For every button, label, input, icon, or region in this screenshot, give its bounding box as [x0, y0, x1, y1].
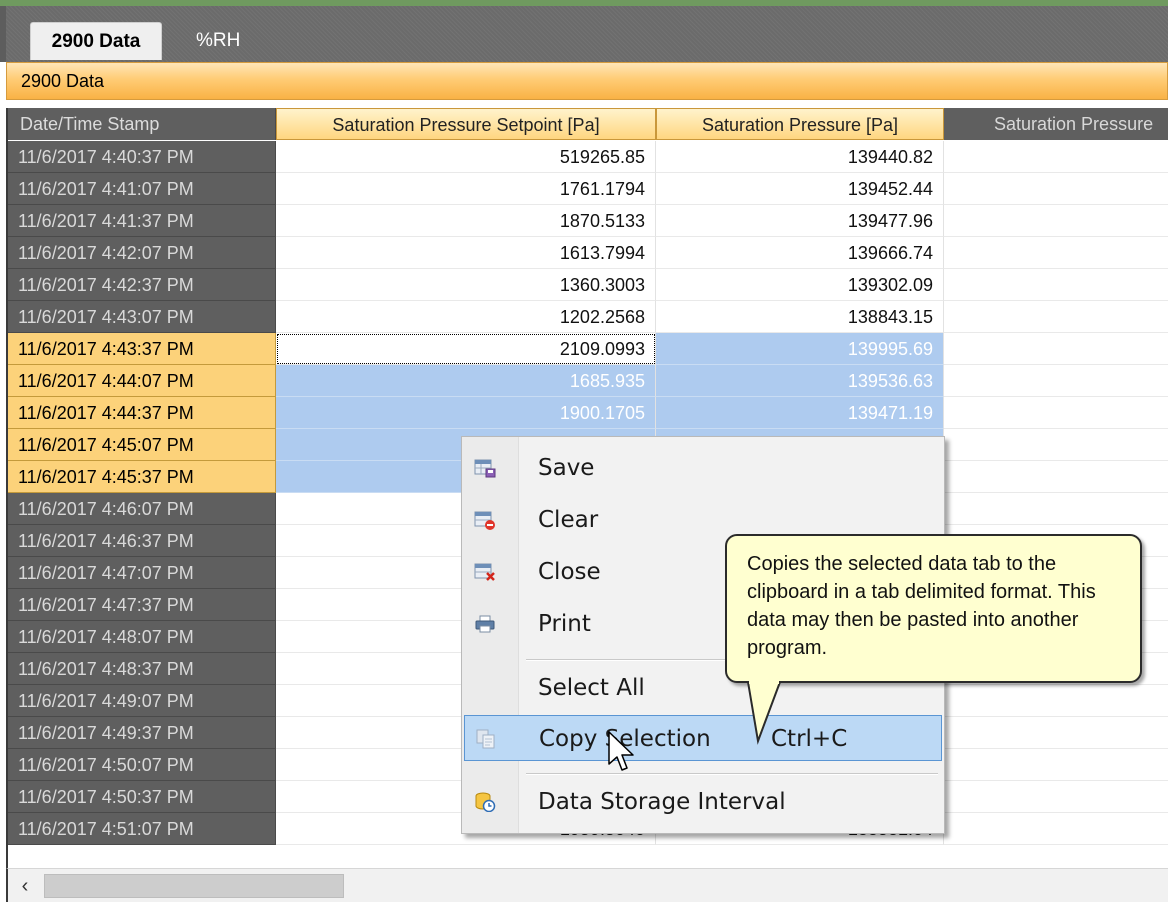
row-timestamp[interactable]: 11/6/2017 4:44:07 PM: [8, 365, 276, 397]
row-timestamp[interactable]: 11/6/2017 4:41:07 PM: [8, 173, 276, 205]
cell-pressure[interactable]: 139452.44: [656, 173, 944, 205]
cell-extra[interactable]: [944, 333, 1168, 365]
row-timestamp[interactable]: 11/6/2017 4:49:07 PM: [8, 685, 276, 717]
cell-extra[interactable]: [944, 781, 1168, 813]
row-timestamp[interactable]: 11/6/2017 4:46:07 PM: [8, 493, 276, 525]
table-row[interactable]: 11/6/2017 4:40:37 PM 519265.85 139440.82: [8, 141, 1168, 173]
cell-setpoint[interactable]: 1870.5133: [276, 205, 656, 237]
row-timestamp[interactable]: 11/6/2017 4:47:07 PM: [8, 557, 276, 589]
cell-extra[interactable]: [944, 813, 1168, 845]
cell-extra[interactable]: [944, 429, 1168, 461]
cell-extra[interactable]: [944, 173, 1168, 205]
tab-bar: 2900 Data %RH: [0, 6, 1168, 62]
close-table-icon: [474, 563, 495, 581]
panel-title: 2900 Data: [6, 62, 1168, 100]
table-row[interactable]: 11/6/2017 4:43:37 PM 2109.0993 139995.69: [8, 333, 1168, 365]
table-row[interactable]: 11/6/2017 4:42:37 PM 1360.3003 139302.09: [8, 269, 1168, 301]
cell-pressure[interactable]: 139440.82: [656, 141, 944, 173]
menu-item-data-storage-interval-label: Data Storage Interval: [538, 789, 786, 815]
menu-item-clear-label: Clear: [538, 507, 599, 533]
row-timestamp[interactable]: 11/6/2017 4:48:37 PM: [8, 653, 276, 685]
table-row[interactable]: 11/6/2017 4:41:37 PM 1870.5133 139477.96: [8, 205, 1168, 237]
menu-item-copy-selection[interactable]: Copy Selection Ctrl+C: [464, 715, 942, 761]
chevron-left-icon[interactable]: ‹: [12, 873, 38, 899]
column-header-saturation-pressure[interactable]: Saturation Pressure [Pa]: [656, 108, 944, 140]
column-header-saturation-pressure-extra[interactable]: Saturation Pressure: [944, 108, 1168, 140]
mouse-pointer-icon: [608, 731, 634, 771]
cell-pressure[interactable]: 139302.09: [656, 269, 944, 301]
cell-setpoint[interactable]: 1202.2568: [276, 301, 656, 333]
cell-extra[interactable]: [944, 141, 1168, 173]
row-timestamp[interactable]: 11/6/2017 4:43:37 PM: [8, 333, 276, 365]
database-clock-icon: [475, 792, 496, 812]
scrollbar-thumb[interactable]: [44, 874, 344, 898]
menu-item-print-label: Print: [538, 611, 591, 637]
cell-extra[interactable]: [944, 269, 1168, 301]
tab-2900-data[interactable]: 2900 Data: [30, 22, 162, 60]
row-timestamp[interactable]: 11/6/2017 4:42:37 PM: [8, 269, 276, 301]
cell-setpoint[interactable]: 1613.7994: [276, 237, 656, 269]
row-timestamp[interactable]: 11/6/2017 4:50:37 PM: [8, 781, 276, 813]
cell-pressure[interactable]: 139536.63: [656, 365, 944, 397]
row-timestamp[interactable]: 11/6/2017 4:44:37 PM: [8, 397, 276, 429]
menu-item-save[interactable]: Save: [464, 445, 942, 491]
column-header-timestamp[interactable]: Date/Time Stamp: [8, 108, 276, 140]
row-timestamp[interactable]: 11/6/2017 4:49:37 PM: [8, 717, 276, 749]
cell-pressure[interactable]: 139477.96: [656, 205, 944, 237]
row-timestamp[interactable]: 11/6/2017 4:43:07 PM: [8, 301, 276, 333]
row-timestamp[interactable]: 11/6/2017 4:40:37 PM: [8, 141, 276, 173]
cell-pressure[interactable]: 139995.69: [656, 333, 944, 365]
data-window: 2900 Data %RH 2900 Data Date/Time Stamp …: [0, 0, 1168, 909]
table-row[interactable]: 11/6/2017 4:42:07 PM 1613.7994 139666.74: [8, 237, 1168, 269]
menu-separator: [526, 773, 938, 775]
cell-setpoint[interactable]: 1761.1794: [276, 173, 656, 205]
copy-icon: [476, 729, 495, 749]
cell-setpoint[interactable]: 519265.85: [276, 141, 656, 173]
save-table-icon: [474, 459, 496, 478]
cell-extra[interactable]: [944, 461, 1168, 493]
cell-extra[interactable]: [944, 717, 1168, 749]
table-row[interactable]: 11/6/2017 4:44:37 PM 1900.1705 139471.19: [8, 397, 1168, 429]
row-timestamp[interactable]: 11/6/2017 4:50:07 PM: [8, 749, 276, 781]
cell-extra[interactable]: [944, 749, 1168, 781]
cell-extra[interactable]: [944, 493, 1168, 525]
cell-pressure[interactable]: 139471.19: [656, 397, 944, 429]
horizontal-scrollbar[interactable]: ‹: [6, 868, 1168, 902]
row-timestamp[interactable]: 11/6/2017 4:41:37 PM: [8, 205, 276, 237]
row-timestamp[interactable]: 11/6/2017 4:47:37 PM: [8, 589, 276, 621]
cell-extra[interactable]: [944, 365, 1168, 397]
cell-extra[interactable]: [944, 685, 1168, 717]
printer-icon: [475, 615, 495, 633]
row-timestamp[interactable]: 11/6/2017 4:45:07 PM: [8, 429, 276, 461]
cell-setpoint[interactable]: 2109.0993: [276, 333, 656, 365]
cell-extra[interactable]: [944, 237, 1168, 269]
row-timestamp[interactable]: 11/6/2017 4:48:07 PM: [8, 621, 276, 653]
table-row[interactable]: 11/6/2017 4:43:07 PM 1202.2568 138843.15: [8, 301, 1168, 333]
callout-pointer: [747, 681, 781, 745]
cell-extra[interactable]: [944, 205, 1168, 237]
row-timestamp[interactable]: 11/6/2017 4:42:07 PM: [8, 237, 276, 269]
cell-extra[interactable]: [944, 397, 1168, 429]
menu-item-data-storage-interval[interactable]: Data Storage Interval: [464, 779, 942, 825]
clear-table-icon: [474, 511, 495, 530]
menu-item-select-all-label: Select All: [538, 675, 645, 701]
cell-setpoint[interactable]: 1360.3003: [276, 269, 656, 301]
table-row[interactable]: 11/6/2017 4:41:07 PM 1761.1794 139452.44: [8, 173, 1168, 205]
cell-setpoint[interactable]: 1900.1705: [276, 397, 656, 429]
window-bottom-border: [0, 902, 1168, 909]
cell-pressure[interactable]: 138843.15: [656, 301, 944, 333]
cell-extra[interactable]: [944, 301, 1168, 333]
help-callout: Copies the selected data tab to the clip…: [725, 534, 1142, 683]
row-timestamp[interactable]: 11/6/2017 4:51:07 PM: [8, 813, 276, 845]
row-timestamp[interactable]: 11/6/2017 4:45:37 PM: [8, 461, 276, 493]
cell-setpoint[interactable]: 1685.935: [276, 365, 656, 397]
menu-item-close-label: Close: [538, 559, 601, 585]
menu-item-save-label: Save: [538, 455, 595, 481]
tab-rh[interactable]: %RH: [182, 22, 252, 60]
cell-pressure[interactable]: 139666.74: [656, 237, 944, 269]
column-header-saturation-pressure-setpoint[interactable]: Saturation Pressure Setpoint [Pa]: [276, 108, 656, 140]
row-timestamp[interactable]: 11/6/2017 4:46:37 PM: [8, 525, 276, 557]
table-row[interactable]: 11/6/2017 4:44:07 PM 1685.935 139536.63: [8, 365, 1168, 397]
